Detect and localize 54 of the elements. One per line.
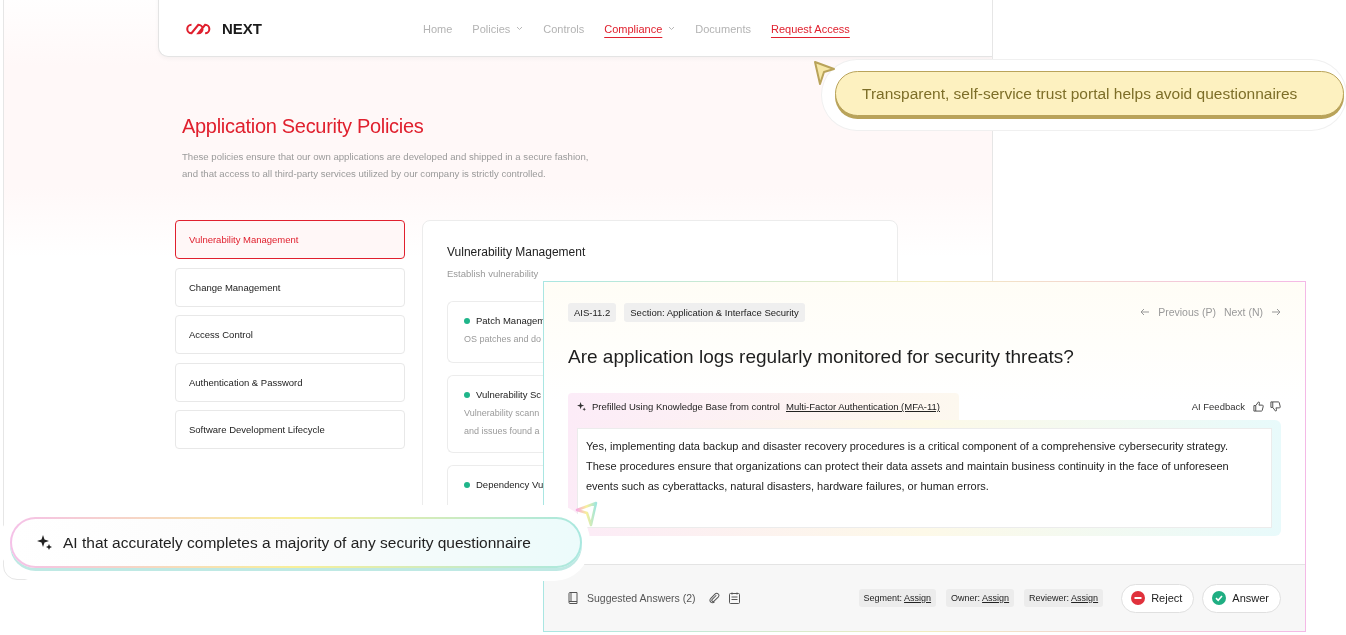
question-text: Are application logs regularly monitored for security threats? xyxy=(568,346,1075,368)
assignment-label: Owner: xyxy=(951,593,981,603)
control-description: Vulnerability scann xyxy=(464,408,541,418)
policy-item[interactable]: Software Development Lifecycle xyxy=(175,410,405,449)
prefill-label: Prefilled Using Knowledge Base from control xyxy=(592,401,780,412)
check-circle-icon xyxy=(1212,591,1227,605)
thumbs-up-icon[interactable] xyxy=(1253,401,1264,412)
arrow-left-icon[interactable] xyxy=(1140,308,1151,316)
detail-title: Vulnerability Management xyxy=(447,245,587,259)
control-title: Dependency Vu xyxy=(476,479,544,490)
policy-item[interactable]: Change Management xyxy=(175,267,405,307)
callout-bubble: Transparent, self-service trust portal helps avoid questionnaires xyxy=(835,71,1344,116)
control-link[interactable]: Multi-Factor Authentication (MFA-11) xyxy=(786,401,940,412)
assignment-label: Reviewer: xyxy=(1029,593,1070,603)
policy-item[interactable]: Vulnerability Management xyxy=(175,220,405,259)
control-title: Vulnerability Sc xyxy=(476,389,542,400)
answer-field[interactable]: Yes, implementing data backup and disaster recovery procedures is a critical component of a comprehensive cybersecurity strategy. These procedures ensure that organizations can protect their data assets and maintain business continuity in the face of unforeseen events such as cyberattacks, natural disasters, hardware failures, or human errors. xyxy=(577,428,1272,528)
page-title: Application Security Policies xyxy=(182,115,425,138)
clipboard-icon[interactable] xyxy=(728,592,740,604)
nav-link[interactable]: Compliance xyxy=(604,22,676,35)
question-id-tag: AIS-11.2 xyxy=(568,302,617,322)
thumbs-down-icon[interactable] xyxy=(1270,401,1281,412)
book-icon[interactable] xyxy=(568,592,578,604)
status-dot-icon xyxy=(464,391,470,398)
arrow-right-icon[interactable] xyxy=(1271,308,1281,316)
suggested-answers-link[interactable]: Suggested Answers (2) xyxy=(587,592,696,604)
assign-link[interactable]: Assign xyxy=(1071,593,1099,603)
caret-icon xyxy=(516,26,524,31)
assign-link[interactable]: Assign xyxy=(904,593,932,603)
callout-text: AI that accurately completes a majority of any security questionnaire xyxy=(63,533,531,552)
no-entry-icon xyxy=(1131,591,1146,605)
assign-link[interactable]: Assign xyxy=(982,593,1010,603)
detail-subtitle: Establish vulnerability xyxy=(447,268,540,279)
control-title: Patch Managem xyxy=(476,315,546,326)
assignment-label: Segment: xyxy=(863,593,903,603)
reject-button[interactable]: Reject xyxy=(1121,583,1195,613)
answer-button[interactable]: Answer xyxy=(1202,583,1281,613)
paperclip-icon[interactable] xyxy=(708,592,720,604)
sparkle-icon xyxy=(37,535,52,550)
cursor-icon xyxy=(575,501,599,527)
cursor-icon xyxy=(812,60,836,86)
section-tag: Section: Application & Interface Security xyxy=(624,302,805,322)
caret-icon xyxy=(668,26,676,31)
control-description: and issues found a xyxy=(464,426,541,436)
sparkle-icon xyxy=(577,402,586,411)
page-description: These policies ensure that our own applications are developed and shipped in a secure fashion, and that access to all third-party services utilized by our company is strictly controlled. xyxy=(182,150,590,181)
control-description: OS patches and do xyxy=(464,334,543,344)
status-dot-icon xyxy=(464,317,470,324)
ai-feedback-label: AI Feedback xyxy=(1191,401,1245,412)
nav-link[interactable]: Request Access xyxy=(770,22,850,35)
policy-item[interactable]: Authentication & Password xyxy=(175,362,405,402)
policy-item[interactable]: Access Control xyxy=(175,315,405,354)
status-dot-icon xyxy=(464,481,470,488)
logo-text[interactable]: NEXT xyxy=(222,20,262,37)
